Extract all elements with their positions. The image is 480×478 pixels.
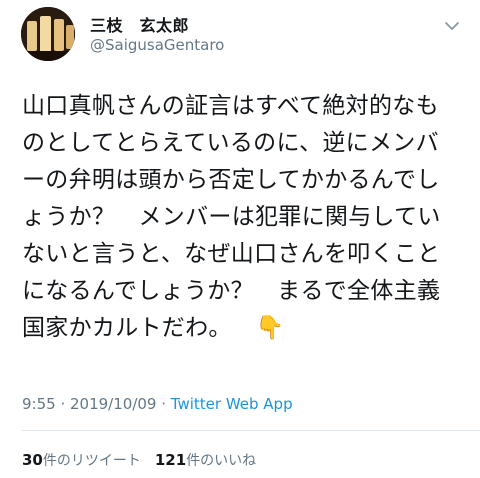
retweets-label: 件のリツイート	[42, 453, 141, 469]
tweet-source-link[interactable]: Twitter Web App	[171, 395, 293, 413]
likes-label: 件のいいね	[186, 453, 257, 469]
tweet-stats: 30件のリツイート 121件のいいね	[22, 450, 256, 470]
display-name[interactable]: 三枝 玄太郎	[90, 12, 189, 36]
meta-separator: ·	[55, 395, 70, 413]
user-handle[interactable]: @SaigusaGentaro	[90, 36, 224, 54]
tweet-header: 三枝 玄太郎 @SaigusaGentaro	[0, 0, 480, 70]
divider	[22, 430, 480, 431]
tweet-time[interactable]: 9:55	[22, 395, 56, 413]
likes-count: 121	[154, 451, 187, 469]
tweet-meta: 9:55 · 2019/10/09 · Twitter Web App	[22, 395, 293, 413]
chevron-down-icon[interactable]	[444, 17, 460, 30]
tweet-date[interactable]: 2019/10/09	[70, 395, 156, 413]
likes-stat[interactable]: 121件のいいね	[154, 451, 257, 469]
tweet-text: 山口真帆さんの証言はすべて絶対的なものとしてとらえているのに、逆にメンバーの弁明…	[22, 93, 441, 341]
avatar[interactable]	[21, 7, 75, 61]
tweet-body: 山口真帆さんの証言はすべて絶対的なものとしてとらえているのに、逆にメンバーの弁明…	[22, 88, 462, 347]
meta-separator: ·	[156, 395, 171, 413]
backhand-index-pointing-down-icon: 👇	[255, 315, 285, 341]
retweets-stat[interactable]: 30件のリツイート	[22, 451, 141, 469]
retweets-count: 30	[22, 451, 43, 469]
